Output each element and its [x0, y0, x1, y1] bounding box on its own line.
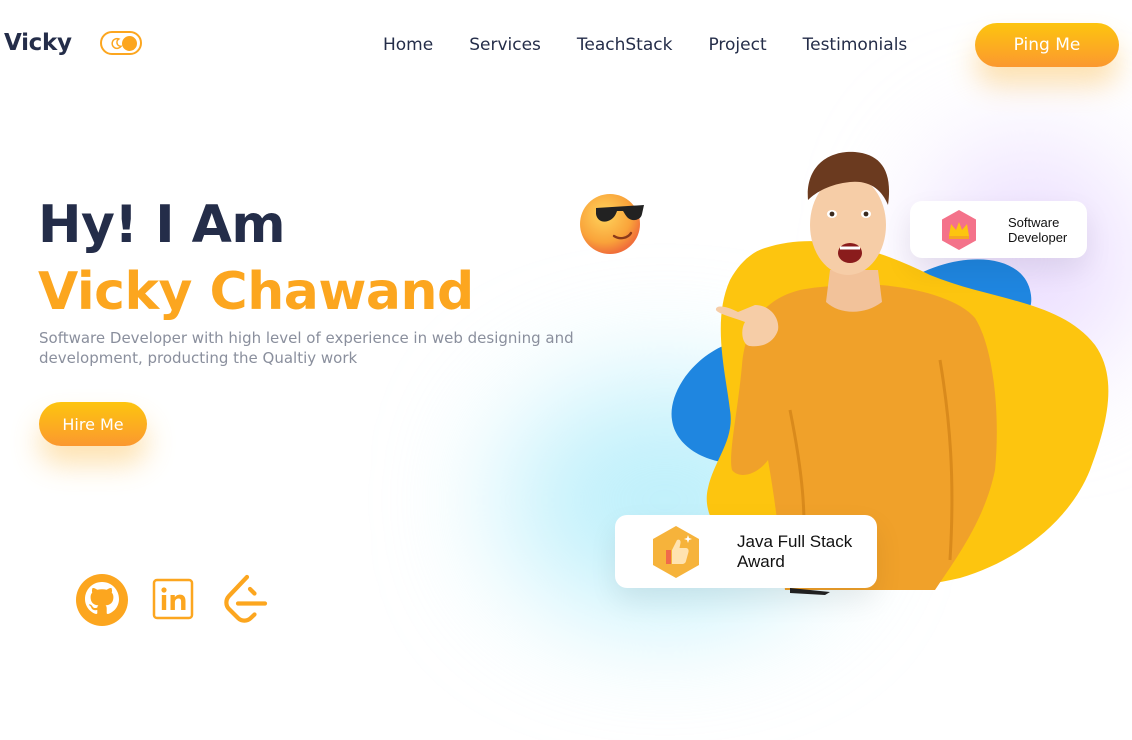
sunglasses-emoji-icon — [580, 194, 644, 254]
hero-person-illustration — [715, 151, 997, 595]
crown-badge-icon — [942, 210, 976, 250]
card-line: Java Full Stack — [737, 532, 853, 551]
card-line: Software — [1008, 215, 1060, 230]
card-line: Developer — [1008, 230, 1068, 245]
software-developer-text: Software Developer — [1008, 215, 1067, 245]
thumbs-up-badge-icon — [653, 526, 699, 578]
software-developer-card: Software Developer — [910, 201, 1087, 258]
award-card: Java Full Stack Award — [615, 515, 877, 588]
award-text: Java Full Stack Award — [737, 532, 852, 572]
card-line: Award — [737, 552, 785, 571]
